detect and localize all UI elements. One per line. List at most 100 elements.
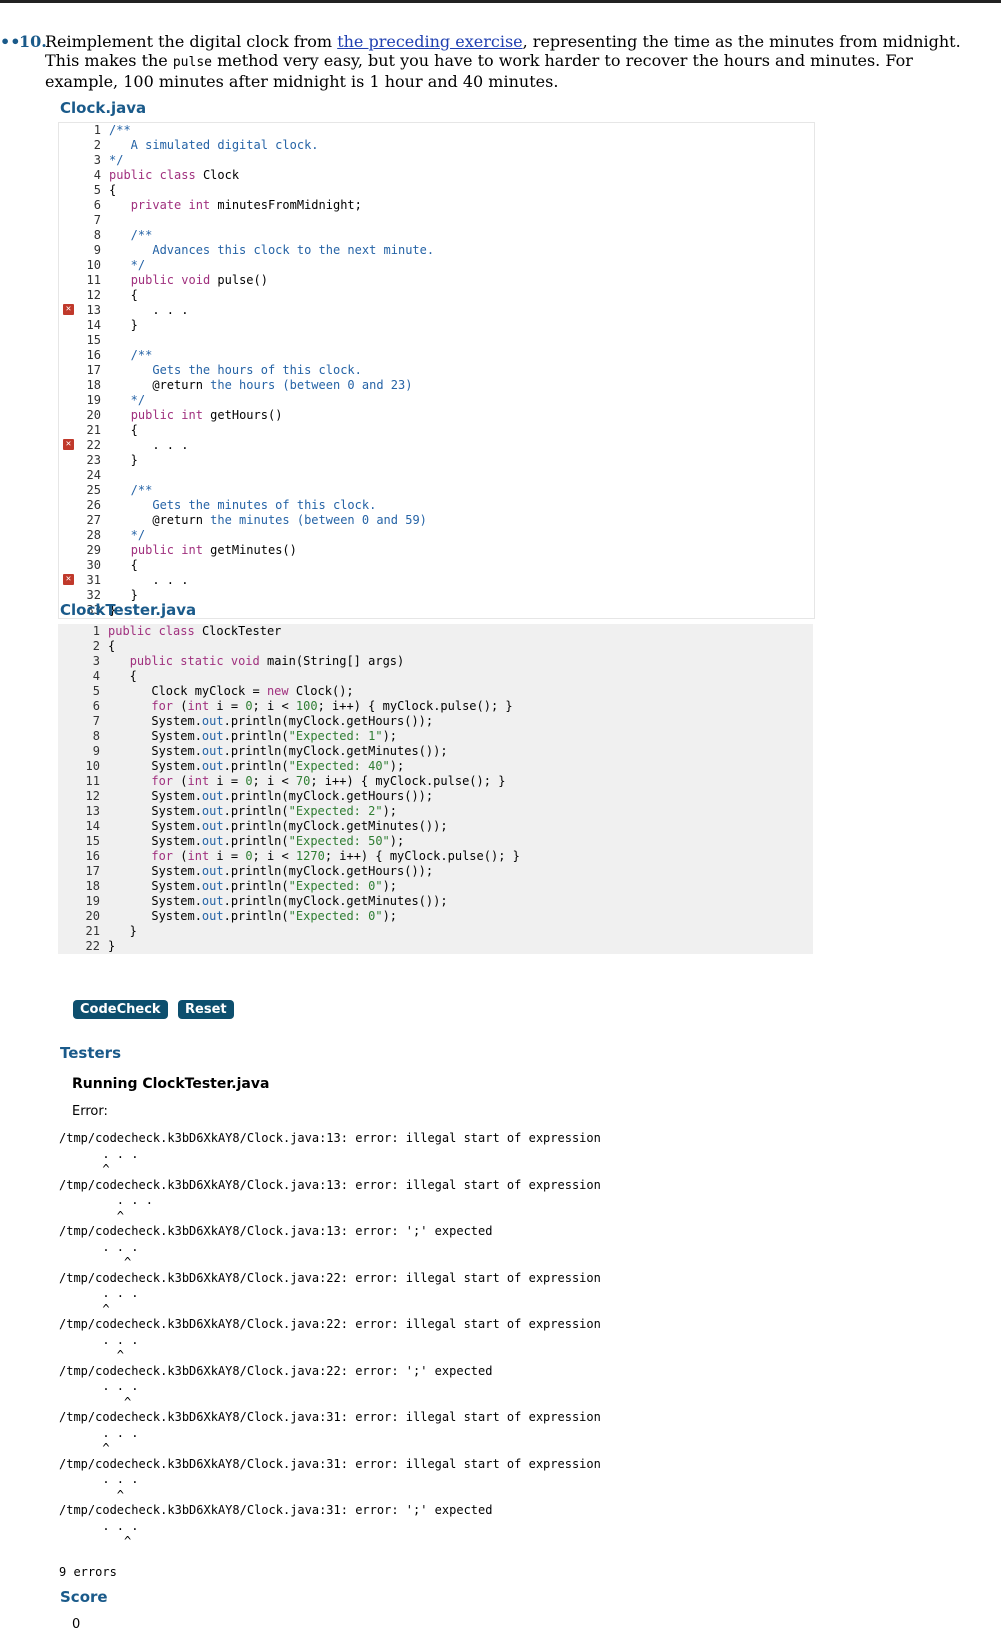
code-token: ; i++) { myClock.pulse(); }	[324, 849, 520, 863]
code-token: out	[201, 789, 224, 803]
code-token: .println(	[223, 729, 289, 743]
score-heading: Score	[60, 1588, 108, 1606]
code-text: /**	[101, 123, 131, 137]
output-line: ^	[59, 1487, 125, 1502]
code-token: .println(	[223, 759, 289, 773]
code-text: . . .	[101, 303, 188, 317]
top-rule	[0, 0, 1001, 3]
line-number: 12	[85, 789, 100, 803]
line-number: 14	[85, 819, 100, 833]
code-line: 1 /**	[59, 123, 814, 138]
code-text: {	[101, 558, 138, 572]
code-line: 4 public class Clock	[59, 168, 814, 183]
code-line: 20 public int getHours()	[59, 408, 814, 423]
output-line: ^	[59, 1255, 132, 1269]
code-line: 7	[59, 213, 814, 228]
code-text: System.out.println(myClock.getMinutes())…	[100, 819, 448, 833]
code-text: public class ClockTester	[100, 624, 281, 638]
line-number: 14	[86, 318, 101, 332]
code-token: out	[201, 759, 224, 773]
code-line: 5{	[59, 183, 814, 198]
code-token: System.	[108, 744, 202, 758]
code-token: /**	[109, 228, 153, 242]
line-number: 21	[86, 423, 101, 437]
error-marker-icon: ✕	[63, 304, 74, 315]
preceding-exercise-link[interactable]: the preceding exercise	[337, 32, 522, 51]
code-token: System.	[108, 759, 202, 773]
code-line: 23 }	[59, 453, 814, 468]
code-token: (	[180, 774, 188, 788]
code-line: 14 System.out.println(myClock.getMinutes…	[58, 819, 813, 834]
code-token: Clock	[202, 168, 240, 182]
code-token: "Expected: 2"	[288, 804, 383, 818]
code-token: int	[181, 543, 211, 557]
code-token: /**	[109, 348, 153, 362]
line-number: 15	[86, 333, 101, 347]
code-token: . . .	[109, 438, 189, 452]
code-line: 12 {	[59, 288, 814, 303]
code-token: for	[151, 699, 181, 713]
output-line: /tmp/codecheck.k3bD6XkAY8/Clock.java:31:…	[59, 1503, 493, 1517]
code-token: public	[129, 654, 181, 668]
code-token: @return	[109, 378, 211, 392]
code-line: 26 Gets the minutes of this clock.	[59, 498, 814, 513]
error-label: Error:	[72, 1104, 108, 1119]
code-token: Advances this clock to the next minute.	[109, 243, 435, 257]
reset-button[interactable]: Reset	[178, 1000, 234, 1019]
code-token: out	[201, 864, 224, 878]
code-text: /**	[101, 348, 153, 362]
output-line: /tmp/codecheck.k3bD6XkAY8/Clock.java:13:…	[59, 1224, 493, 1238]
line-number: 27	[86, 513, 101, 527]
code-line: 28 */	[59, 528, 814, 543]
code-token: int	[187, 849, 217, 863]
code-token: */	[109, 258, 146, 272]
code-text: }	[101, 318, 138, 332]
line-number: 4	[93, 168, 101, 182]
code-token: out	[201, 834, 224, 848]
line-number: 21	[85, 924, 100, 938]
code-editor-clock[interactable]: 1/** 2 A simulated digital clock. 3 */4 publ…	[58, 122, 815, 619]
code-line: ✕ 13 . . .	[59, 303, 814, 318]
code-token: class	[159, 168, 203, 182]
code-text: System.out.println(myClock.getMinutes())…	[100, 894, 447, 908]
code-token: int	[187, 699, 217, 713]
code-line: 3 */	[59, 153, 814, 168]
code-token: i =	[216, 774, 246, 788]
output-line: /tmp/codecheck.k3bD6XkAY8/Clock.java:31:…	[59, 1456, 601, 1471]
line-number: 4	[92, 669, 100, 683]
code-token: getHours()	[210, 408, 283, 422]
code-line: 2{	[58, 639, 813, 654]
line-number: 17	[85, 864, 100, 878]
code-token: "Expected: 50"	[288, 834, 390, 848]
code-text: {	[100, 639, 115, 653]
code-token: 0	[245, 774, 253, 788]
code-token: }	[109, 318, 138, 332]
output-line: . . .	[59, 1146, 139, 1161]
line-number: 2	[92, 639, 100, 653]
code-token: "Expected: 0"	[288, 879, 383, 893]
code-text: Clock myClock = new Clock();	[100, 684, 353, 698]
code-token: .println(myClock.getMinutes());	[223, 819, 448, 833]
exercise-statement: •• 10. Reimplement the digital clock fro…	[0, 32, 980, 91]
code-token: out	[201, 819, 224, 833]
code-token: .println(	[223, 909, 289, 923]
code-token: "Expected: 1"	[288, 729, 383, 743]
line-number: 8	[93, 228, 101, 242]
codecheck-button[interactable]: CodeCheck	[73, 1000, 168, 1019]
code-view-clocktester: 1 public class ClockTester 2{3 public stat…	[58, 624, 813, 954]
output-line: /tmp/codecheck.k3bD6XkAY8/Clock.java:22:…	[59, 1270, 601, 1285]
code-line: 30 {	[59, 558, 814, 573]
line-number: 19	[86, 393, 101, 407]
code-token: {	[109, 558, 138, 572]
code-token: 1270	[295, 849, 325, 863]
code-line: 6 private int minutesFromMidnight;	[59, 198, 814, 213]
code-token: public	[130, 273, 182, 287]
code-text: {	[101, 288, 138, 302]
output-line: /tmp/codecheck.k3bD6XkAY8/Clock.java:31:…	[59, 1410, 601, 1424]
code-line: 5 Clock myClock = new Clock();	[58, 684, 813, 699]
code-token: .println(myClock.getHours());	[223, 864, 434, 878]
